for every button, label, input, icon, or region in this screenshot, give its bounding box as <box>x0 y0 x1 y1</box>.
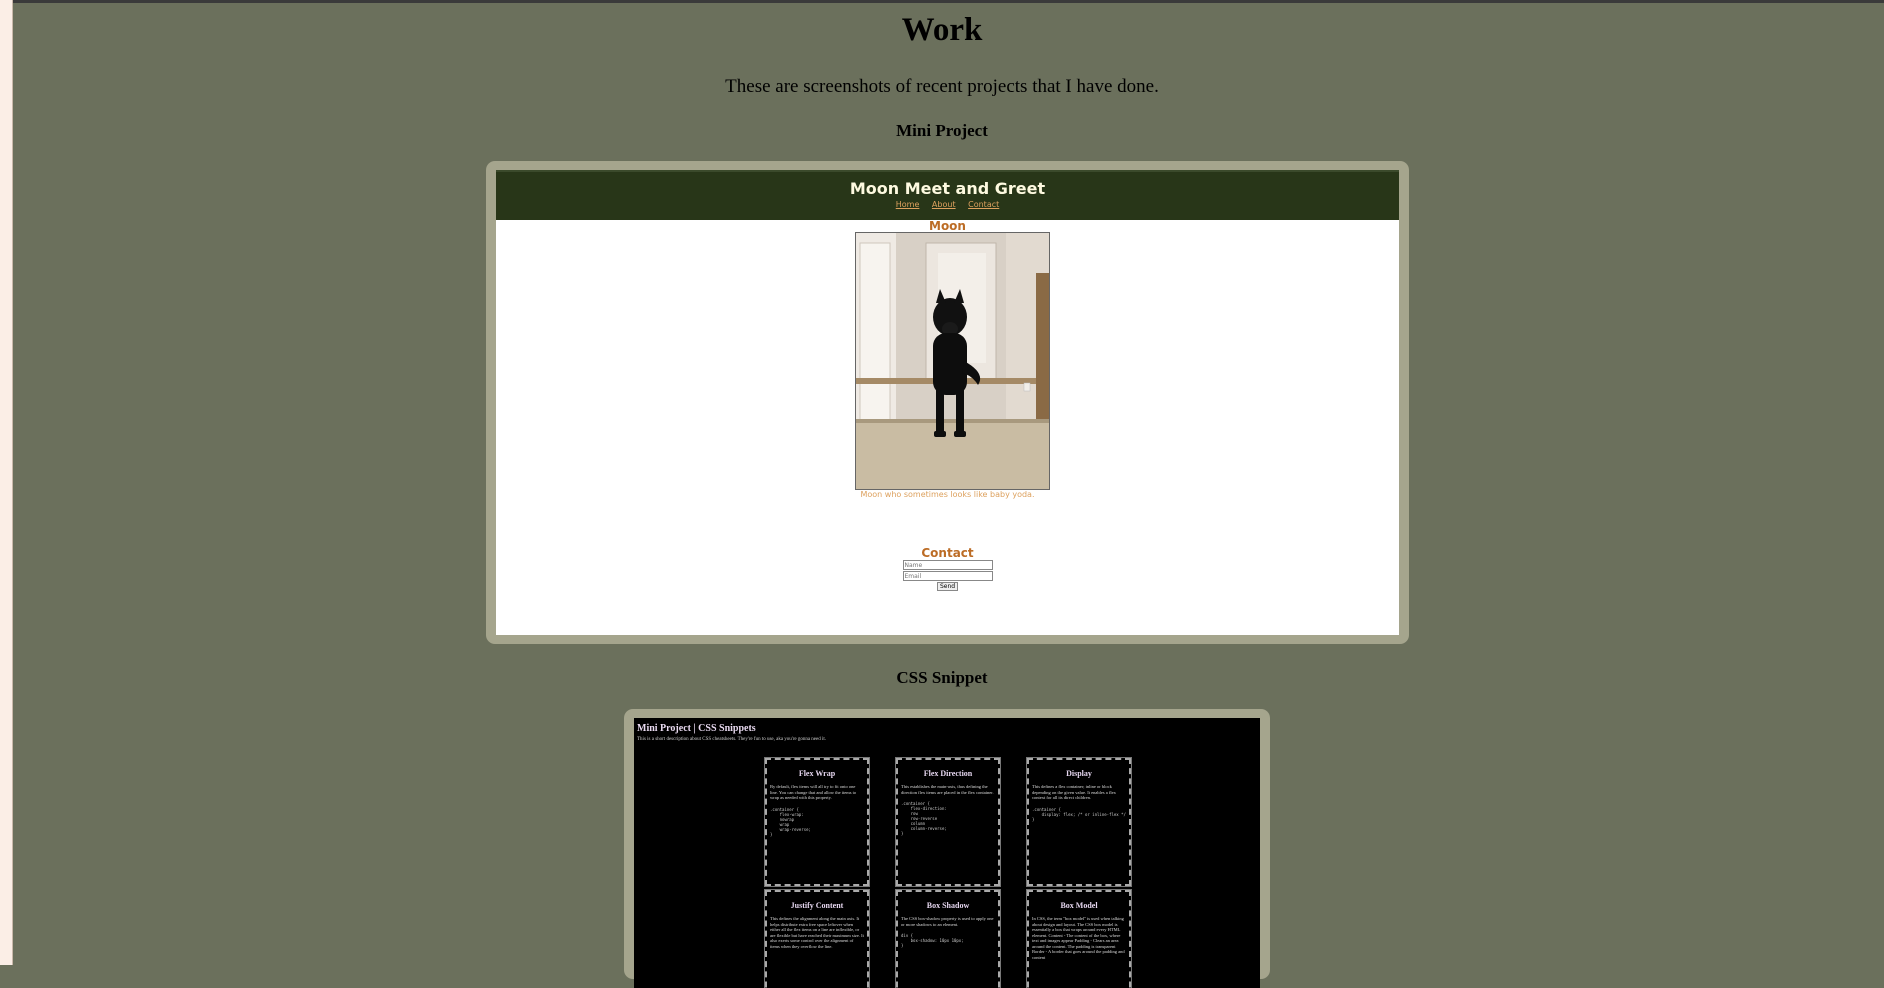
card-title: Box Model <box>1060 901 1098 910</box>
card-code: div { box-shadow: 10px 10px; } <box>901 933 964 948</box>
contact-heading: Contact <box>921 546 974 560</box>
left-edge-divider <box>12 0 13 965</box>
intro-text: These are screenshots of recent projects… <box>725 76 1159 97</box>
card-code: .container { flex-wrap: nowrap wrap wrap… <box>770 806 811 837</box>
snippet-page-description: This is a short description about CSS ch… <box>637 737 827 742</box>
site-nav: Home About Contact <box>496 200 1399 209</box>
snippet-card: Flex Direction This establishes the main… <box>895 757 1001 887</box>
card-title: Display <box>1066 769 1092 778</box>
card-title: Justify Content <box>790 901 844 910</box>
card-text: By default, flex items will all try to f… <box>770 784 857 800</box>
card-text: This defines a flex container; inline or… <box>1032 784 1116 800</box>
site-header: Moon Meet and Greet Home About Contact <box>496 170 1399 220</box>
snippet-card: Box Model In CSS, the term "box model" i… <box>1026 889 1132 988</box>
moon-heading: Moon <box>929 219 966 233</box>
nav-link-contact[interactable]: Contact <box>968 200 999 209</box>
card-code: .container { display: flex; /* or inline… <box>1032 806 1126 822</box>
nav-link-home[interactable]: Home <box>896 200 920 209</box>
card-text: The CSS box-shadow property is used to a… <box>901 916 994 927</box>
mini-project-screenshot-frame: Moon Meet and Greet Home About Contact M… <box>486 161 1409 644</box>
section-heading-css-snippet: CSS Snippet <box>896 668 988 687</box>
card-text: This defines the alignment along the mai… <box>770 916 864 949</box>
nav-link-about[interactable]: About <box>932 200 956 209</box>
contact-form: Send <box>496 560 1399 591</box>
window-top-border <box>0 0 1884 3</box>
photo-caption: Moon who sometimes looks like baby yoda. <box>860 490 1035 499</box>
page-title: Work <box>901 12 983 48</box>
email-input[interactable] <box>902 571 993 581</box>
card-text: In CSS, the term "box model" is used whe… <box>1032 916 1125 960</box>
card-title: Flex Wrap <box>798 769 836 778</box>
card-title: Box Shadow <box>926 901 970 910</box>
site-title: Moon Meet and Greet <box>849 179 1046 198</box>
moon-dog-photo <box>855 232 1050 490</box>
css-snippet-screenshot-frame: Mini Project | CSS Snippets This is a sh… <box>624 709 1270 988</box>
card-text: This establishes the main-axis, thus def… <box>901 784 994 795</box>
snippet-card: Flex Wrap By default, flex items will al… <box>764 757 870 887</box>
snippet-card: Display This defines a flex container; i… <box>1026 757 1132 887</box>
snippet-card: Justify Content This defines the alignme… <box>764 889 870 988</box>
send-button[interactable]: Send <box>936 582 959 591</box>
section-heading-mini-project: Mini Project <box>896 121 988 140</box>
card-code: .container { flex-direction: row row-rev… <box>901 801 947 836</box>
mini-project-screenshot: Moon Meet and Greet Home About Contact M… <box>496 170 1399 635</box>
card-title: Flex Direction <box>923 769 973 778</box>
name-input[interactable] <box>902 560 993 570</box>
css-snippet-screenshot: Mini Project | CSS Snippets This is a sh… <box>634 718 1260 988</box>
snippet-card: Box Shadow The CSS box-shadow property i… <box>895 889 1001 988</box>
snippet-page-title: Mini Project | CSS Snippets <box>637 723 756 734</box>
